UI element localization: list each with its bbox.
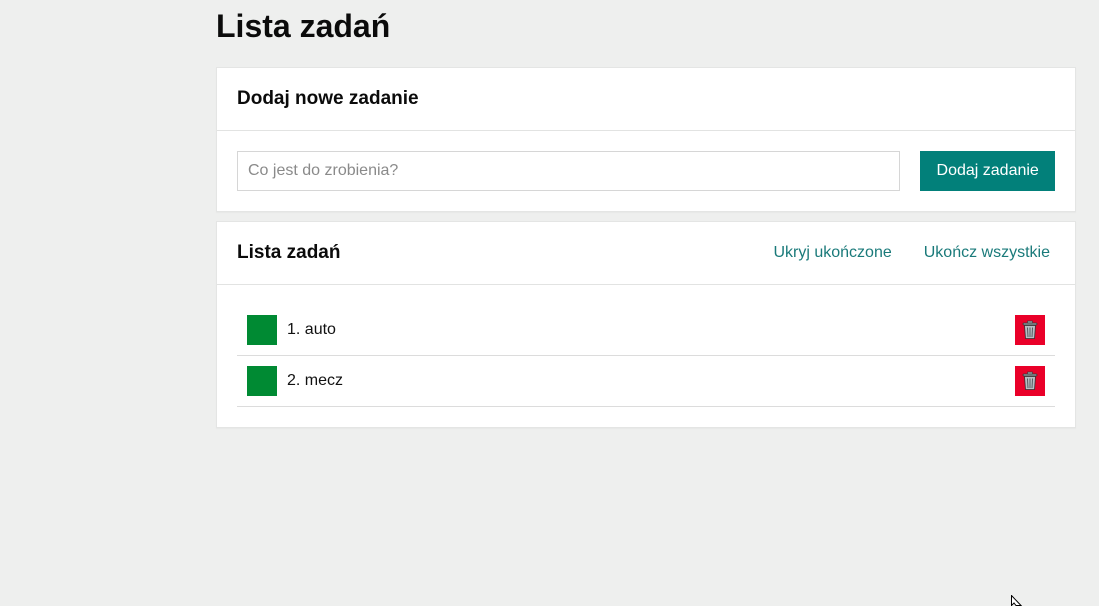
task-list-card: Lista zadań Ukryj ukończone Ukończ wszys… xyxy=(216,221,1076,428)
task-list: 1. auto 2. mecz xyxy=(217,285,1075,407)
task-item: 2. mecz xyxy=(237,356,1055,407)
task-list-actions: Ukryj ukończone Ukończ wszystkie xyxy=(773,244,1055,262)
task-label: 1. auto xyxy=(287,321,336,338)
add-task-title: Dodaj nowe zadanie xyxy=(237,88,419,109)
task-label: 2. mecz xyxy=(287,372,344,389)
task-list-title: Lista zadań xyxy=(237,242,341,263)
task-item: 1. auto xyxy=(237,305,1055,356)
complete-all-link[interactable]: Ukończ wszystkie xyxy=(924,244,1050,262)
trash-icon xyxy=(1022,371,1038,390)
hide-completed-link[interactable]: Ukryj ukończone xyxy=(773,244,891,262)
add-task-card: Dodaj nowe zadanie Dodaj zadanie xyxy=(216,67,1076,212)
delete-task-button[interactable] xyxy=(1015,315,1045,345)
new-task-input[interactable] xyxy=(237,151,901,191)
task-complete-toggle[interactable] xyxy=(247,315,277,345)
delete-task-button[interactable] xyxy=(1015,366,1045,396)
task-list-card-header: Lista zadań Ukryj ukończone Ukończ wszys… xyxy=(217,222,1075,285)
task-complete-toggle[interactable] xyxy=(247,366,277,396)
add-task-card-header: Dodaj nowe zadanie xyxy=(217,68,1075,131)
mouse-cursor-icon xyxy=(1011,595,1023,606)
add-task-button[interactable]: Dodaj zadanie xyxy=(920,151,1055,191)
trash-icon xyxy=(1022,320,1038,339)
add-task-form: Dodaj zadanie xyxy=(217,131,1075,211)
page-container: Lista zadań Dodaj nowe zadanie Dodaj zad… xyxy=(216,0,1076,428)
page-title: Lista zadań xyxy=(216,8,391,44)
